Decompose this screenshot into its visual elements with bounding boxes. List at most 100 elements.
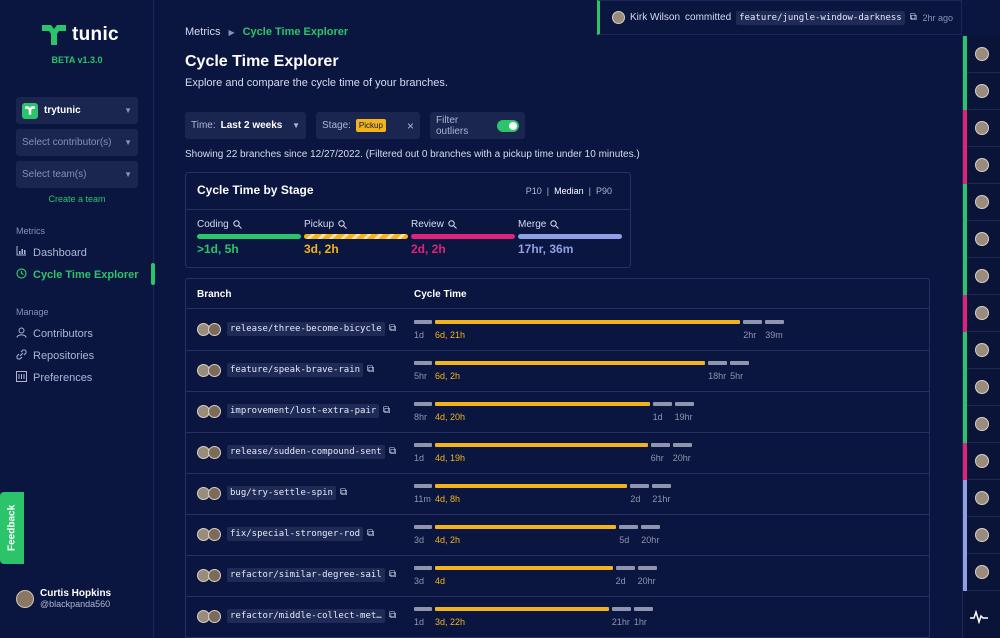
sidebar-item-dashboard[interactable]: Dashboard — [16, 246, 87, 259]
activity-item[interactable] — [963, 147, 1000, 184]
copy-icon[interactable]: ⧉ — [367, 364, 374, 375]
outliers-filter[interactable]: Filter outliers — [430, 112, 525, 139]
outliers-toggle[interactable] — [497, 119, 519, 132]
sidebar-item-label: Contributors — [33, 328, 93, 340]
p10-option[interactable]: P10 — [526, 186, 542, 196]
coding-time: 11m — [414, 494, 431, 504]
logo[interactable]: tunic — [42, 24, 119, 46]
table-row[interactable]: refactor/middle-collect-met… ⧉ 1d 3d, 22h 21… — [186, 597, 929, 638]
search-icon[interactable] — [233, 220, 242, 229]
activity-item[interactable] — [963, 110, 1000, 147]
breadcrumb-parent[interactable]: Metrics — [185, 26, 220, 38]
copy-icon[interactable]: ⧉ — [340, 487, 347, 498]
contributor-avatars — [197, 446, 221, 459]
table-row[interactable]: refactor/similar-degree-sail ⧉ 3d 4d 2d 20hr — [186, 556, 929, 597]
table-row[interactable]: fix/special-stronger-rod ⧉ 3d 4d, 2h 5d 20hr — [186, 515, 929, 556]
contributor-avatars — [197, 323, 221, 336]
breadcrumb: Metrics ▶ Cycle Time Explorer — [185, 26, 348, 38]
activity-item[interactable] — [963, 517, 1000, 554]
sidebar-item-preferences[interactable]: Preferences — [16, 371, 92, 385]
search-icon[interactable] — [550, 220, 560, 229]
close-icon[interactable]: × — [407, 119, 414, 133]
branch-name[interactable]: bug/try-settle-spin — [227, 486, 336, 500]
sidebar-item-repositories[interactable]: Repositories — [16, 349, 94, 363]
activity-item[interactable] — [963, 36, 1000, 73]
showing-summary: Showing 22 branches since 12/27/2022. (F… — [185, 149, 640, 160]
stage-filter[interactable]: Stage: Pickup × — [316, 112, 420, 139]
column-branch: Branch — [197, 289, 232, 300]
activity-item[interactable] — [963, 406, 1000, 443]
branch-name[interactable]: release/sudden-compound-sent — [227, 445, 385, 459]
branch-name[interactable]: release/three-become-bicycle — [227, 322, 385, 336]
avatar — [975, 195, 989, 209]
notification-time: 2hr ago — [922, 12, 953, 23]
table-row[interactable]: improvement/lost-extra-pair ⧉ 8hr 4d, 20h 1d… — [186, 392, 929, 433]
copy-icon[interactable]: ⧉ — [910, 12, 917, 23]
activity-item[interactable] — [963, 221, 1000, 258]
copy-icon[interactable]: ⧉ — [367, 528, 374, 539]
copy-icon[interactable]: ⧉ — [383, 405, 390, 416]
activity-status-bar — [963, 184, 967, 221]
activity-status-bar — [963, 36, 967, 73]
branch-name[interactable]: feature/speak-brave-rain — [227, 363, 364, 377]
coding-time: 3d — [414, 576, 425, 586]
table-row[interactable]: feature/speak-brave-rain ⧉ 5hr 6d, 2h 18hr 5h… — [186, 351, 929, 392]
user-profile[interactable]: Curtis Hopkins @blackpanda560 — [16, 588, 111, 609]
activity-pulse-icon[interactable] — [970, 609, 988, 627]
activity-item[interactable] — [963, 184, 1000, 221]
branch-name[interactable]: refactor/similar-degree-sail — [227, 568, 385, 582]
avatar — [975, 343, 989, 357]
activity-item[interactable] — [963, 480, 1000, 517]
review-time: 2hr — [743, 330, 757, 340]
coding-time: 1d — [414, 453, 425, 463]
create-team-link[interactable]: Create a team — [0, 194, 154, 204]
table-row[interactable]: bug/try-settle-spin ⧉ 11m 4d, 8h 2d 21hr — [186, 474, 929, 515]
time-filter-value: Last 2 weeks — [220, 120, 283, 131]
activity-item[interactable] — [963, 258, 1000, 295]
p90-option[interactable]: P90 — [596, 186, 612, 196]
copy-icon[interactable]: ⧉ — [389, 610, 396, 621]
chevron-right-icon: ▶ — [228, 27, 235, 37]
coding-bar — [414, 402, 432, 406]
activity-item[interactable] — [963, 295, 1000, 332]
branch-name[interactable]: improvement/lost-extra-pair — [227, 404, 380, 418]
avatar — [975, 121, 989, 135]
search-icon[interactable] — [448, 220, 457, 229]
copy-icon[interactable]: ⧉ — [389, 569, 396, 580]
outliers-label: Filter outliers — [436, 114, 469, 137]
copy-icon[interactable]: ⧉ — [389, 323, 396, 334]
activity-status-bar — [963, 517, 967, 554]
workspace-select[interactable]: trytunic ▼ — [16, 97, 138, 124]
avatar — [975, 84, 989, 98]
review-bar — [619, 525, 639, 529]
merge-bar — [633, 607, 653, 611]
branch-name[interactable]: refactor/middle-collect-met… — [227, 609, 385, 623]
activity-item[interactable] — [963, 554, 1000, 591]
chart-icon — [16, 246, 27, 259]
search-icon[interactable] — [338, 220, 347, 229]
team-select[interactable]: Select team(s) ▼ — [16, 161, 138, 188]
activity-item[interactable] — [963, 443, 1000, 480]
sidebar-item-cycle-time-explorer[interactable]: Cycle Time Explorer — [16, 268, 139, 282]
table-row[interactable]: release/sudden-compound-sent ⧉ 1d 4d, 19h 6h… — [186, 433, 929, 474]
stage-bar — [411, 234, 515, 239]
contributor-select[interactable]: Select contributor(s) ▼ — [16, 129, 138, 156]
table-row[interactable]: release/three-become-bicycle ⧉ 1d 6d, 21h 2h… — [186, 310, 929, 351]
median-option[interactable]: Median — [554, 186, 584, 196]
page-title: Cycle Time Explorer — [185, 53, 339, 70]
pickup-bar — [435, 361, 706, 365]
activity-item[interactable] — [963, 332, 1000, 369]
copy-icon[interactable]: ⧉ — [389, 446, 396, 457]
feedback-button[interactable]: Feedback — [0, 492, 24, 564]
branch-name[interactable]: fix/special-stronger-rod — [227, 527, 364, 541]
sidebar-item-contributors[interactable]: Contributors — [16, 327, 93, 341]
avatar — [975, 454, 989, 468]
stage-filter-label: Stage: — [322, 120, 351, 131]
activity-notification[interactable]: Kirk Wilson committed feature/jungle-win… — [597, 0, 962, 35]
time-filter[interactable]: Time: Last 2 weeks ▼ — [185, 112, 306, 139]
avatar — [975, 417, 989, 431]
activity-item[interactable] — [963, 73, 1000, 110]
activity-item[interactable] — [963, 369, 1000, 406]
avatar — [975, 232, 989, 246]
notification-branch: feature/jungle-window-darkness — [736, 10, 905, 25]
